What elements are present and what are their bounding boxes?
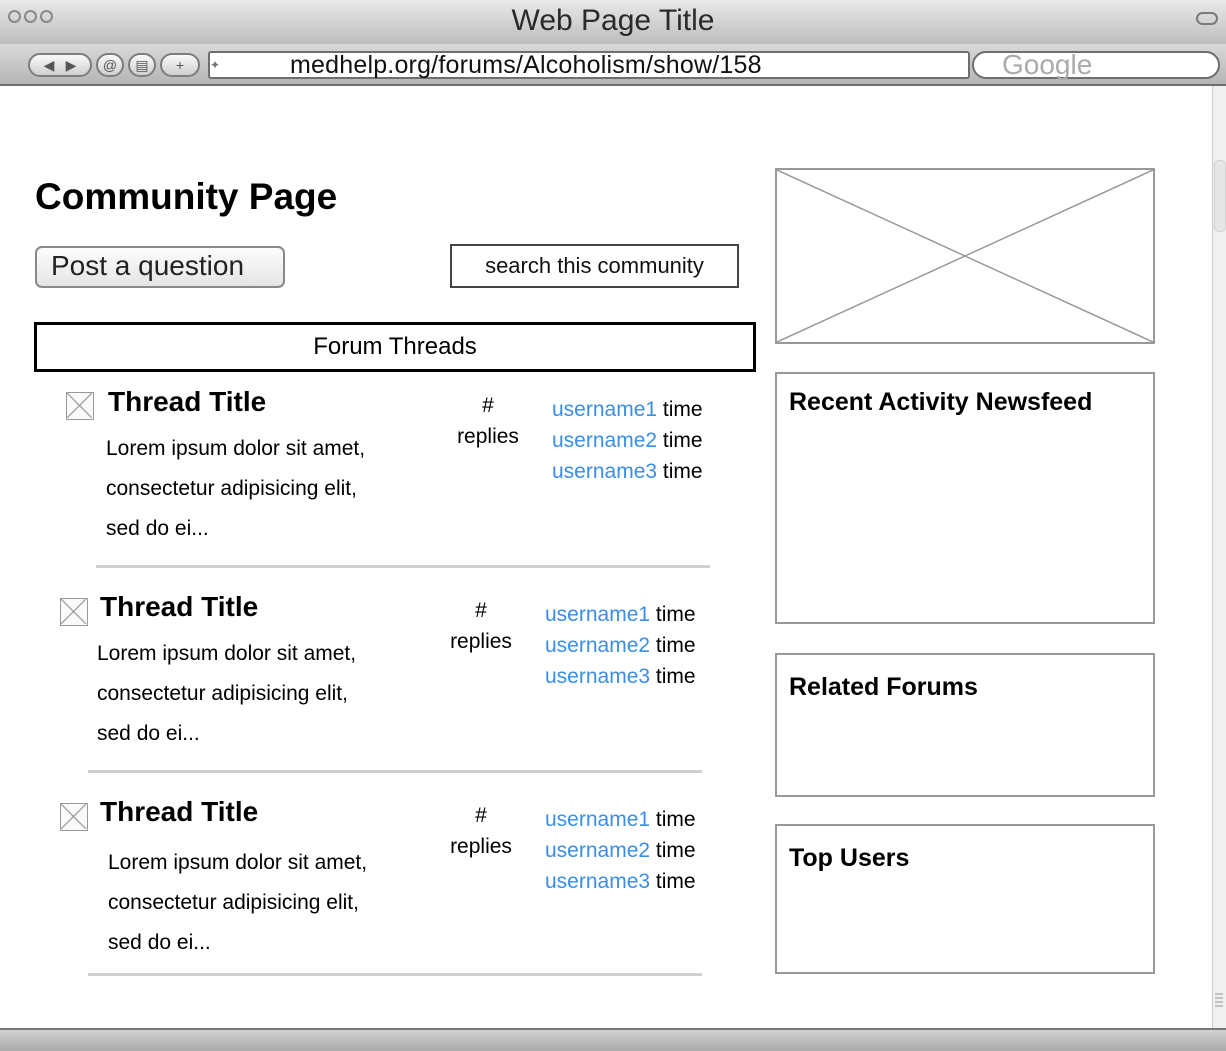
top-users-panel: Top Users xyxy=(775,824,1155,974)
related-forums-panel: Related Forums xyxy=(775,653,1155,797)
chrome-divider xyxy=(0,84,1226,86)
thread-snippet-line: consectetur adipisicing elit, xyxy=(108,891,359,914)
post-time: time xyxy=(662,398,703,421)
post-time: time xyxy=(655,839,696,862)
resize-grip-icon[interactable] xyxy=(1212,990,1226,1028)
thread-snippet-line: Lorem ipsum dolor sit amet, xyxy=(97,642,357,665)
post-time: time xyxy=(655,634,696,657)
recent-user-row: username2 time xyxy=(552,425,703,456)
recent-users-list: username1 time username2 time username3 … xyxy=(545,599,696,692)
thread-snippet-line: Lorem ipsum dolor sit amet, xyxy=(108,851,368,874)
thread-image-placeholder-icon xyxy=(66,392,94,420)
toolbar-toggle-button[interactable] xyxy=(1196,12,1218,25)
thread-snippet-line: sed do ei... xyxy=(108,931,211,954)
post-time: time xyxy=(655,870,696,893)
reply-count-label: replies xyxy=(450,630,512,653)
related-forums-title: Related Forums xyxy=(789,673,978,701)
thread-title[interactable]: Thread Title xyxy=(100,796,258,828)
bookmarks-button[interactable]: ▤ xyxy=(128,53,156,77)
post-time: time xyxy=(662,429,703,452)
username-link[interactable]: username3 xyxy=(545,665,650,688)
thread-snippet-line: consectetur adipisicing elit, xyxy=(106,477,357,500)
newsfeed-title: Recent Activity Newsfeed xyxy=(789,388,1093,416)
post-time: time xyxy=(655,665,696,688)
recent-user-row: username1 time xyxy=(545,599,696,630)
site-icon: ✦ xyxy=(210,58,221,72)
thread-divider xyxy=(96,565,710,568)
reply-count-label: replies xyxy=(450,835,512,858)
username-link[interactable]: username2 xyxy=(545,839,650,862)
thread-divider xyxy=(88,973,702,976)
thread-snippet-line: Lorem ipsum dolor sit amet, xyxy=(106,437,366,460)
recent-user-row: username2 time xyxy=(545,835,696,866)
newsfeed-panel: Recent Activity Newsfeed xyxy=(775,372,1155,624)
post-time: time xyxy=(655,808,696,831)
plus-icon: + xyxy=(175,57,185,73)
forum-threads-header: Forum Threads xyxy=(34,322,756,372)
username-link[interactable]: username3 xyxy=(552,460,657,483)
reply-count: # replies xyxy=(436,800,526,862)
thread-snippet-line: sed do ei... xyxy=(106,517,209,540)
back-forward-buttons: ◀ ▶ xyxy=(28,53,92,77)
recent-user-row: username3 time xyxy=(552,456,703,487)
thread-image-placeholder-icon xyxy=(60,598,88,626)
community-search-input[interactable]: search this community xyxy=(450,244,739,288)
username-link[interactable]: username3 xyxy=(545,870,650,893)
reply-count: # replies xyxy=(443,390,533,452)
reply-count: # replies xyxy=(436,595,526,657)
window-title: Web Page Title xyxy=(511,4,715,37)
back-icon[interactable]: ◀ xyxy=(38,55,60,75)
scrollbar-thumb[interactable] xyxy=(1214,160,1226,232)
thread-snippet: Lorem ipsum dolor sit amet, consectetur … xyxy=(97,634,437,754)
recent-users-list: username1 time username2 time username3 … xyxy=(552,394,703,487)
post-question-button[interactable]: Post a question xyxy=(35,246,285,288)
reply-count-value: # xyxy=(482,394,494,417)
ad-image-placeholder xyxy=(775,168,1155,344)
browser-toolbar: ◀ ▶ @ ▤ + medhelp.org/forums/Alcoholism/s… xyxy=(0,44,1226,84)
thread-snippet-line: sed do ei... xyxy=(97,722,200,745)
thread-divider xyxy=(88,770,702,773)
web-search-field[interactable]: Google xyxy=(972,51,1220,79)
forward-icon[interactable]: ▶ xyxy=(60,55,82,75)
thread-image-placeholder-icon xyxy=(60,803,88,831)
username-link[interactable]: username2 xyxy=(545,634,650,657)
post-time: time xyxy=(662,460,703,483)
image-placeholder-icon xyxy=(777,170,1153,342)
top-users-title: Top Users xyxy=(789,844,910,872)
recent-users-list: username1 time username2 time username3 … xyxy=(545,804,696,897)
thread-snippet: Lorem ipsum dolor sit amet, consectetur … xyxy=(108,843,448,963)
home-button[interactable]: @ xyxy=(96,53,124,77)
page-title: Community Page xyxy=(35,176,338,217)
username-link[interactable]: username1 xyxy=(552,398,657,421)
thread-snippet: Lorem ipsum dolor sit amet, consectetur … xyxy=(106,429,446,549)
recent-user-row: username1 time xyxy=(545,804,696,835)
status-bar xyxy=(0,1028,1226,1051)
username-link[interactable]: username1 xyxy=(545,603,650,626)
thread-snippet-line: consectetur adipisicing elit, xyxy=(97,682,348,705)
post-time: time xyxy=(655,603,696,626)
username-link[interactable]: username1 xyxy=(545,808,650,831)
reply-count-value: # xyxy=(475,599,487,622)
reply-count-value: # xyxy=(475,804,487,827)
username-link[interactable]: username2 xyxy=(552,429,657,452)
address-bar[interactable]: medhelp.org/forums/Alcoholism/show/158 xyxy=(208,51,970,79)
recent-user-row: username1 time xyxy=(552,394,703,425)
thread-title[interactable]: Thread Title xyxy=(100,591,258,623)
recent-user-row: username3 time xyxy=(545,866,696,897)
bookmarks-icon: ▤ xyxy=(135,57,149,73)
recent-user-row: username2 time xyxy=(545,630,696,661)
reply-count-label: replies xyxy=(457,425,519,448)
home-icon: @ xyxy=(102,57,118,73)
add-bookmark-button[interactable]: + xyxy=(160,53,200,77)
thread-title[interactable]: Thread Title xyxy=(108,386,266,418)
recent-user-row: username3 time xyxy=(545,661,696,692)
